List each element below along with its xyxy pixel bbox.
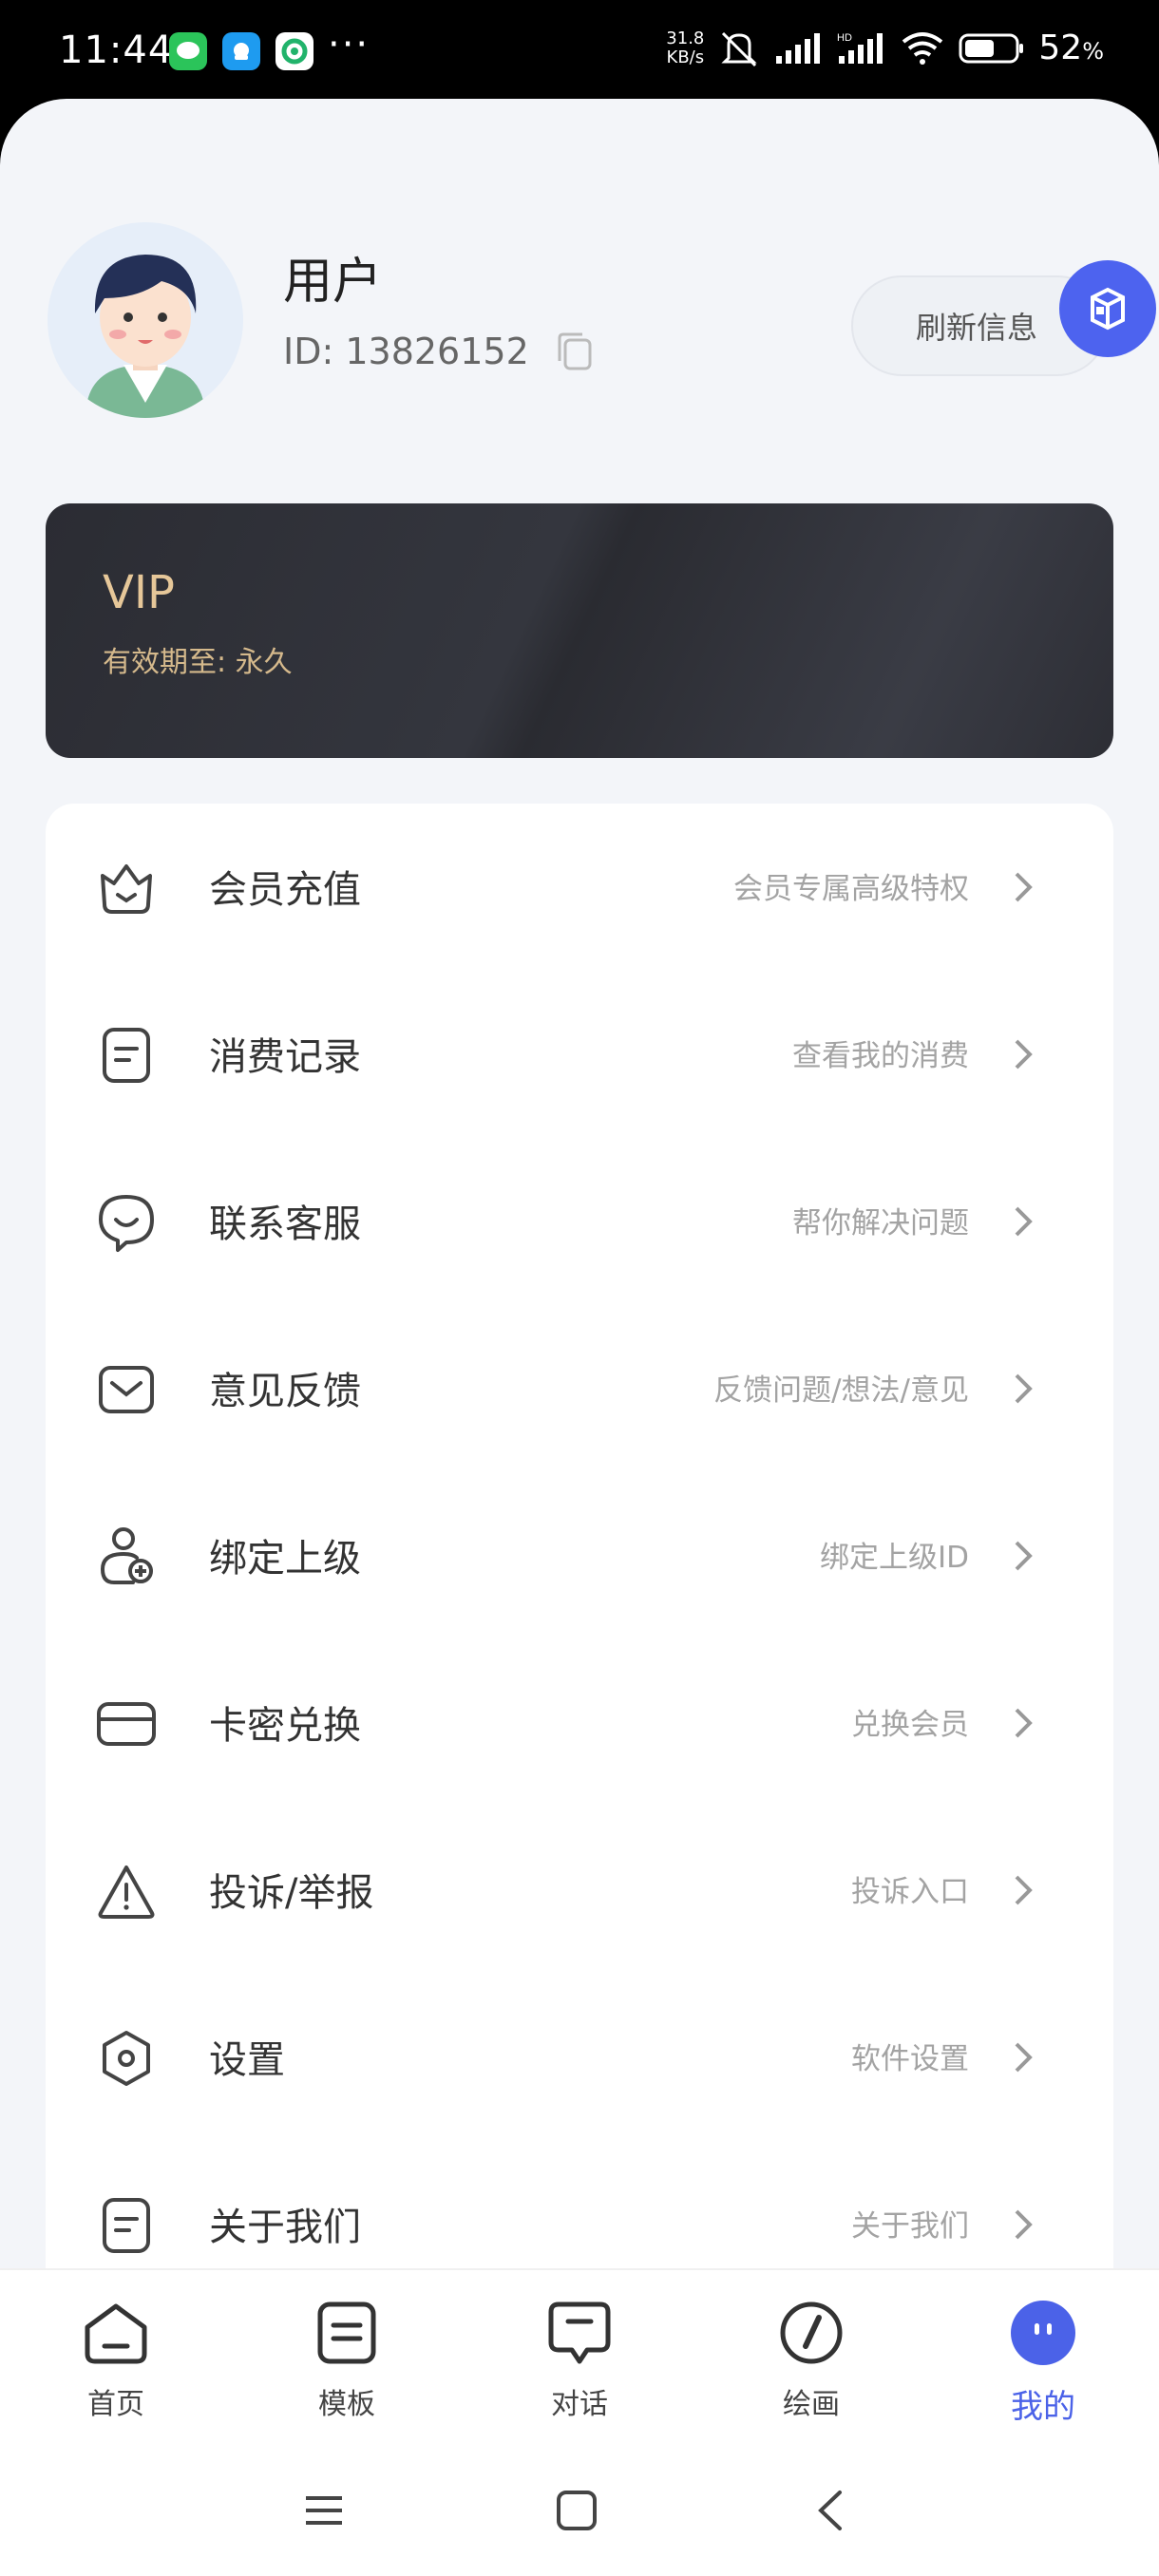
menu-sub: 软件设置 <box>851 2042 969 2076</box>
menu-sub: 会员专属高级特权 <box>733 872 969 906</box>
status-bar: 11:44 ··· 31.8 KB/s HD 52% <box>0 0 1159 99</box>
more-notifications-icon: ··· <box>328 23 370 66</box>
settings-icon <box>103 2031 150 2086</box>
menu-item-feedback[interactable]: 意见反馈 反馈问题/想法/意见 <box>46 1305 1113 1472</box>
battery-icon <box>959 33 1024 63</box>
battery-percent: 52% <box>1038 28 1104 67</box>
signal-hd-icon: HD <box>837 32 884 64</box>
menu-sub: 反馈问题/想法/意见 <box>713 1373 969 1408</box>
menu-label: 投诉/举报 <box>209 1871 374 1915</box>
user-id: ID: 13826152 <box>283 331 529 372</box>
qq-app-icon <box>222 32 260 70</box>
speed-value: 31.8 <box>666 28 705 48</box>
menu-sub: 投诉入口 <box>851 1875 969 1909</box>
status-app-icons <box>169 32 314 70</box>
menu-label: 绑定上级 <box>209 1537 361 1581</box>
wifi-icon <box>902 31 943 65</box>
menu-label: 意见反馈 <box>209 1370 361 1413</box>
home-icon <box>85 2303 147 2364</box>
menu-label: 联系客服 <box>209 1203 361 1246</box>
status-time: 11:44 <box>59 28 174 72</box>
tab-label: 模板 <box>318 2388 375 2421</box>
tab-label: 首页 <box>87 2388 144 2421</box>
menu-sub: 兑换会员 <box>851 1708 969 1742</box>
tab-label: 绘画 <box>783 2388 840 2421</box>
menu-label: 卡密兑换 <box>209 1704 361 1748</box>
warning-icon <box>98 1866 155 1919</box>
chevron-right-icon <box>1015 872 1033 902</box>
document-icon <box>103 1028 150 1083</box>
chevron-right-icon <box>1015 1541 1033 1571</box>
home-nav-icon[interactable] <box>555 2489 598 2532</box>
network-speed: 31.8 KB/s <box>666 28 705 67</box>
menu-sub: 绑定上级ID <box>819 1541 969 1575</box>
paint-icon <box>780 2301 843 2364</box>
browser-app-icon <box>276 32 314 70</box>
add-user-icon <box>100 1527 153 1584</box>
vip-expire: 有效期至: 永久 <box>103 646 293 679</box>
chevron-right-icon <box>1015 1373 1033 1404</box>
svg-text:HD: HD <box>837 32 852 44</box>
chevron-right-icon <box>1015 1039 1033 1070</box>
avatar[interactable] <box>48 222 243 418</box>
messages-app-icon <box>169 32 207 70</box>
chevron-right-icon <box>1015 1206 1033 1237</box>
menu-label: 会员充值 <box>209 868 361 912</box>
user-name: 用户 <box>283 254 383 311</box>
chevron-right-icon <box>1015 1875 1033 1905</box>
chat-bubble-icon <box>99 1195 154 1252</box>
mail-icon <box>99 1366 154 1413</box>
tab-dialog[interactable]: 对话 <box>504 2299 656 2422</box>
menu-sub: 查看我的消费 <box>792 1039 969 1073</box>
vip-title: VIP <box>103 566 175 619</box>
user-id-row: ID: 13826152 <box>283 331 594 372</box>
chevron-right-icon <box>1015 2209 1033 2240</box>
menu-label: 关于我们 <box>209 2206 361 2249</box>
profile-icon <box>1011 2301 1075 2365</box>
speed-unit: KB/s <box>666 47 705 67</box>
menu-label: 消费记录 <box>209 1035 361 1079</box>
menu-item-contact-support[interactable]: 联系客服 帮你解决问题 <box>46 1138 1113 1305</box>
mute-icon <box>721 31 757 66</box>
tab-home[interactable]: 首页 <box>40 2299 192 2422</box>
bottom-tab-bar: 首页 模板 对话 绘画 我的 <box>0 2268 1159 2576</box>
menu-sub: 关于我们 <box>851 2209 969 2244</box>
floating-cube-icon[interactable] <box>1059 260 1156 357</box>
tab-profile[interactable]: 我的 <box>967 2299 1119 2427</box>
copy-icon[interactable] <box>556 331 594 372</box>
card-icon <box>97 1702 156 1746</box>
status-right: 31.8 KB/s HD 52% <box>666 28 1104 67</box>
chevron-right-icon <box>1015 2042 1033 2073</box>
about-icon <box>103 2198 150 2253</box>
back-nav-icon[interactable] <box>809 2489 853 2532</box>
menu-sub: 帮你解决问题 <box>792 1206 969 1241</box>
menu-item-bind-superior[interactable]: 绑定上级 绑定上级ID <box>46 1472 1113 1639</box>
menu-item-settings[interactable]: 设置 软件设置 <box>46 1974 1113 2141</box>
tab-template[interactable]: 模板 <box>271 2299 423 2422</box>
vip-card[interactable]: VIP 有效期至: 永久 <box>46 503 1113 758</box>
menu-list: 会员充值 会员专属高级特权 消费记录 查看我的消费 联系客服 帮你解决问题 意见… <box>46 804 1113 2418</box>
tab-label: 我的 <box>1011 2388 1075 2426</box>
signal-icon <box>776 32 821 64</box>
crown-icon <box>101 864 152 914</box>
menu-label: 设置 <box>209 2038 285 2082</box>
profile-header: 用户 ID: 13826152 刷新信息 <box>48 222 1112 431</box>
menu-item-consumption-records[interactable]: 消费记录 查看我的消费 <box>46 971 1113 1138</box>
dialog-icon <box>548 2301 611 2364</box>
menu-nav-icon[interactable] <box>302 2489 346 2532</box>
template-icon <box>317 2301 376 2364</box>
menu-item-complaint-report[interactable]: 投诉/举报 投诉入口 <box>46 1807 1113 1974</box>
tab-paint[interactable]: 绘画 <box>735 2299 887 2422</box>
menu-item-membership-recharge[interactable]: 会员充值 会员专属高级特权 <box>46 804 1113 971</box>
tab-label: 对话 <box>551 2388 608 2421</box>
chevron-right-icon <box>1015 1708 1033 1738</box>
screen: 用户 ID: 13826152 刷新信息 VIP 有效期至: 永久 会员充值 会… <box>0 99 1159 2576</box>
menu-item-card-redeem[interactable]: 卡密兑换 兑换会员 <box>46 1639 1113 1807</box>
